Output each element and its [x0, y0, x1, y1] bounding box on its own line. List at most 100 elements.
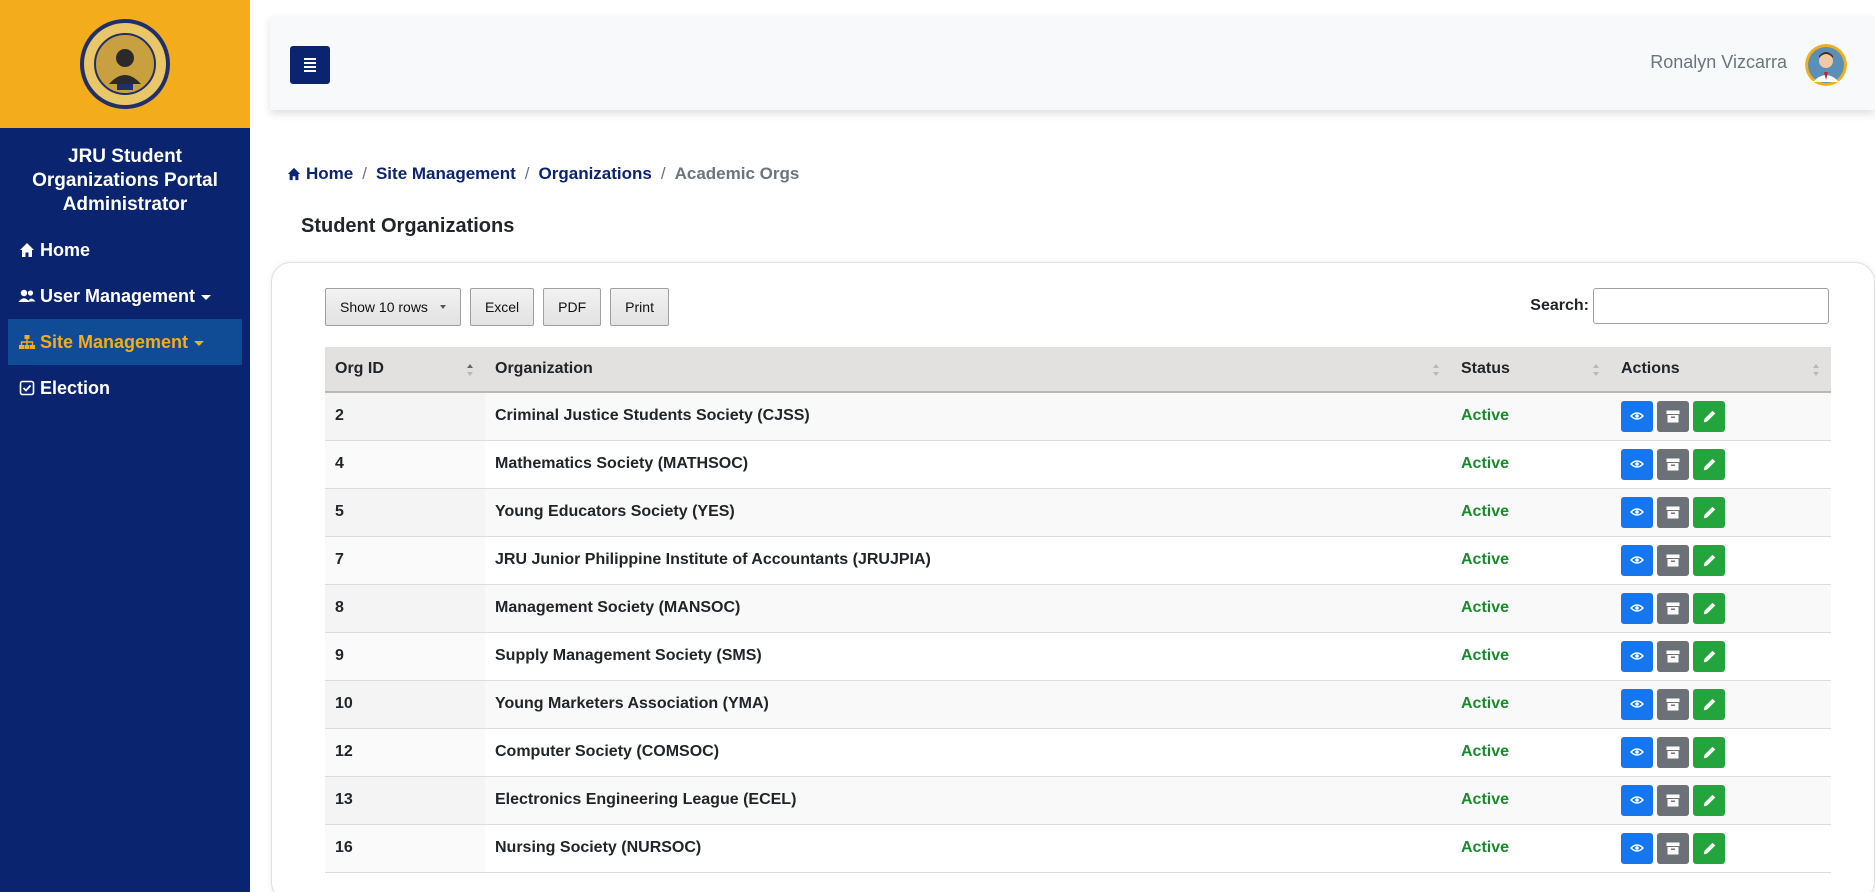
- view-button[interactable]: [1621, 496, 1653, 528]
- pencil-icon: [1703, 602, 1715, 614]
- archive-button[interactable]: [1657, 400, 1689, 432]
- column-header-label: Status: [1461, 360, 1510, 377]
- organization-name-cell: Mathematics Society (MATHSOC): [485, 440, 1451, 489]
- pencil-icon: [1703, 554, 1715, 566]
- edit-button[interactable]: [1693, 496, 1725, 528]
- sort-icon: [1593, 364, 1599, 376]
- view-button[interactable]: [1621, 736, 1653, 768]
- org-id-cell: 12: [325, 728, 485, 777]
- sidebar-item-home[interactable]: Home: [8, 227, 242, 273]
- eye-icon: [1630, 556, 1644, 564]
- pencil-icon: [1703, 650, 1715, 662]
- view-button[interactable]: [1621, 448, 1653, 480]
- menu-icon-line: [304, 62, 316, 64]
- archive-button[interactable]: [1657, 592, 1689, 624]
- actions-cell: [1611, 728, 1831, 777]
- table-row: 2 Criminal Justice Students Society (CJS…: [325, 392, 1831, 441]
- view-button[interactable]: [1621, 640, 1653, 672]
- menu-toggle-button[interactable]: [290, 46, 330, 84]
- breadcrumb-home-link[interactable]: Home: [306, 164, 353, 184]
- actions-cell: [1611, 680, 1831, 729]
- view-button[interactable]: [1621, 688, 1653, 720]
- actions-cell: [1611, 440, 1831, 489]
- sidebar-item-user-management[interactable]: User Management: [8, 273, 242, 319]
- pencil-icon: [1703, 746, 1715, 758]
- archive-button[interactable]: [1657, 784, 1689, 816]
- edit-button[interactable]: [1693, 640, 1725, 672]
- column-header-organization[interactable]: Organization: [485, 347, 1451, 393]
- view-button[interactable]: [1621, 400, 1653, 432]
- archive-button[interactable]: [1657, 640, 1689, 672]
- archive-button[interactable]: [1657, 544, 1689, 576]
- edit-button[interactable]: [1693, 400, 1725, 432]
- user-name[interactable]: Ronalyn Vizcarra: [1650, 52, 1787, 73]
- organization-name-cell: Nursing Society (NURSOC): [485, 824, 1451, 873]
- edit-button[interactable]: [1693, 448, 1725, 480]
- excel-export-button[interactable]: Excel: [469, 288, 535, 326]
- column-header-status[interactable]: Status: [1451, 347, 1611, 393]
- sidebar-item-election[interactable]: Election: [8, 365, 242, 411]
- edit-button[interactable]: [1693, 592, 1725, 624]
- sidebar-item-label: User Management: [40, 285, 196, 306]
- view-button[interactable]: [1621, 544, 1653, 576]
- table-row: 13 Electronics Engineering League (ECEL)…: [325, 776, 1831, 825]
- edit-button[interactable]: [1693, 544, 1725, 576]
- org-id-cell: 4: [325, 440, 485, 489]
- eye-icon: [1630, 460, 1644, 468]
- actions-cell: [1611, 776, 1831, 825]
- avatar[interactable]: [1805, 44, 1847, 86]
- sitemap-icon: [18, 333, 36, 351]
- table-row: 4 Mathematics Society (MATHSOC) Active: [325, 440, 1831, 489]
- sidebar-item-site-management[interactable]: Site Management: [8, 319, 242, 365]
- archive-icon: [1666, 506, 1680, 518]
- pencil-icon: [1703, 410, 1715, 422]
- archive-button[interactable]: [1657, 736, 1689, 768]
- edit-button[interactable]: [1693, 688, 1725, 720]
- view-button[interactable]: [1621, 592, 1653, 624]
- breadcrumb-organizations-link[interactable]: Organizations: [539, 164, 652, 184]
- print-button[interactable]: Print: [610, 288, 669, 326]
- column-header-org-id[interactable]: Org ID: [325, 347, 485, 393]
- actions-cell: [1611, 824, 1831, 873]
- organization-name-cell: Criminal Justice Students Society (CJSS): [485, 392, 1451, 441]
- breadcrumb-separator: /: [524, 164, 530, 183]
- org-id-cell: 9: [325, 632, 485, 681]
- pdf-export-button[interactable]: PDF: [543, 288, 602, 326]
- organization-name-cell: Supply Management Society (SMS): [485, 632, 1451, 681]
- sidebar: JRU Student Organizations Portal Adminis…: [0, 0, 250, 892]
- org-id-cell: 5: [325, 488, 485, 537]
- column-header-label: Actions: [1621, 360, 1680, 377]
- table-row: 10 Young Marketers Association (YMA) Act…: [325, 680, 1831, 729]
- status-cell: Active: [1451, 488, 1611, 537]
- show-rows-dropdown[interactable]: Show 10 rows: [325, 288, 461, 326]
- status-cell: Active: [1451, 536, 1611, 585]
- status-cell: Active: [1451, 824, 1611, 873]
- archive-button[interactable]: [1657, 448, 1689, 480]
- sort-icon: [467, 364, 473, 376]
- view-button[interactable]: [1621, 784, 1653, 816]
- university-seal-logo: [80, 19, 170, 109]
- table-row: 12 Computer Society (COMSOC) Active: [325, 728, 1831, 777]
- edit-button[interactable]: [1693, 784, 1725, 816]
- breadcrumb-separator: /: [362, 164, 367, 183]
- pencil-icon: [1703, 506, 1715, 518]
- edit-button[interactable]: [1693, 832, 1725, 864]
- chevron-down-icon: [194, 340, 205, 346]
- view-button[interactable]: [1621, 832, 1653, 864]
- table-row: 8 Management Society (MANSOC) Active: [325, 584, 1831, 633]
- org-id-cell: 10: [325, 680, 485, 729]
- breadcrumb-current: Academic Orgs: [674, 164, 800, 183]
- chevron-down-icon: [201, 294, 212, 300]
- column-header-actions[interactable]: Actions: [1611, 347, 1831, 393]
- organization-name-cell: Management Society (MANSOC): [485, 584, 1451, 633]
- search-label: Search:: [1530, 297, 1589, 314]
- breadcrumb-site-management-link[interactable]: Site Management: [376, 164, 516, 184]
- archive-button[interactable]: [1657, 688, 1689, 720]
- pencil-icon: [1703, 458, 1715, 470]
- search-input[interactable]: [1593, 288, 1829, 324]
- caret-down-icon: [439, 305, 446, 309]
- archive-button[interactable]: [1657, 496, 1689, 528]
- archive-button[interactable]: [1657, 832, 1689, 864]
- table-toolbar: Show 10 rows Excel PDF Print: [325, 288, 669, 326]
- edit-button[interactable]: [1693, 736, 1725, 768]
